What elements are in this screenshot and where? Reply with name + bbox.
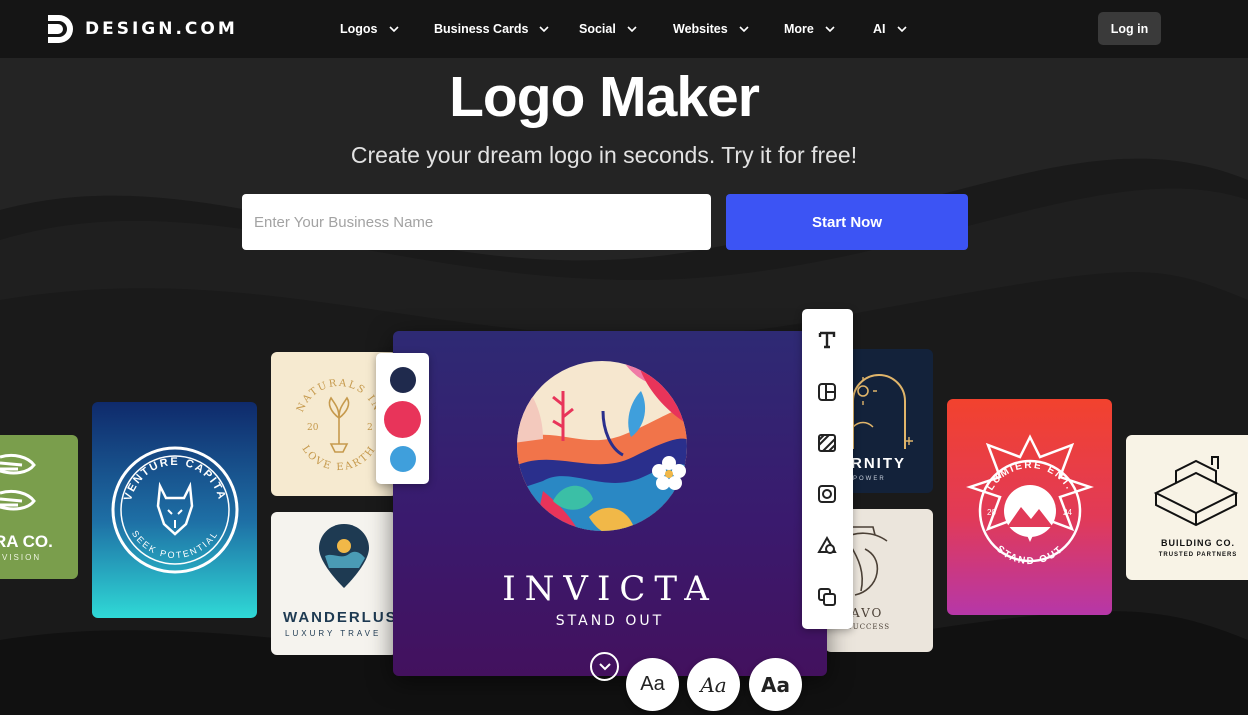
nav-business-cards-label: Business Cards	[434, 22, 529, 36]
terra-name: RA CO.	[0, 532, 53, 551]
nav-social-label: Social	[579, 22, 616, 36]
top-navigation: DESIGN.COM Logos Business Cards Social W…	[0, 0, 1248, 58]
naturals-arc-bottom: LOVE EARTH	[300, 444, 377, 474]
frame-tool-icon[interactable]	[815, 482, 839, 506]
wanderlust-logo-art: WANDERLUS LUXURY TRAVE	[283, 524, 397, 638]
lumiere-logo-art: 20 24 LUMIERE ENT. STAND OUT	[966, 434, 1094, 567]
bravo-tagline: SUCCESS	[847, 623, 890, 631]
svg-text:STAND OUT: STAND OUT	[994, 544, 1066, 567]
page-title: Logo Maker	[449, 65, 760, 129]
brand-logo[interactable]: DESIGN.COM	[46, 13, 238, 45]
chevron-down-icon	[825, 26, 835, 32]
chevron-down-icon	[739, 26, 749, 32]
eternity-name: RNITY	[851, 455, 906, 472]
wanderlust-name: WANDERLUS	[283, 609, 397, 626]
start-now-button[interactable]: Start Now	[726, 194, 968, 250]
font-option-bold[interactable]: Aa	[749, 658, 802, 711]
building-name: BUILDING CO.	[1161, 538, 1235, 548]
svg-text:NATURALS IN: NATURALS IN	[295, 378, 383, 414]
nav-ai[interactable]: AI	[873, 0, 907, 58]
nav-websites[interactable]: Websites	[673, 0, 749, 58]
bravo-name: AVO	[850, 606, 883, 620]
chevron-down-icon	[598, 662, 611, 670]
design-logo-icon	[48, 15, 73, 43]
brand-name: DESIGN.COM	[85, 19, 238, 39]
nav-more[interactable]: More	[784, 0, 835, 58]
login-button[interactable]: Log in	[1098, 12, 1161, 45]
venture-arc-top: VENTURE CAPITA	[122, 456, 226, 502]
edit-toolbar	[802, 309, 853, 629]
wanderlust-tagline: LUXURY TRAVE	[285, 629, 381, 638]
font-option-script[interactable]: Aa	[687, 658, 740, 711]
logo-card-wanderlust[interactable]: WANDERLUS LUXURY TRAVE	[271, 512, 397, 655]
chevron-down-icon	[896, 26, 907, 32]
logo-card-lumiere[interactable]: 20 24 LUMIERE ENT. STAND OUT	[947, 399, 1112, 615]
eternity-logo-art: RNITY POWER	[849, 374, 913, 482]
nav-social[interactable]: Social	[579, 0, 637, 58]
color-swatch-navy[interactable]	[390, 367, 416, 393]
svg-text:LOVE EARTH: LOVE EARTH	[300, 444, 379, 474]
building-tagline: TRUSTED PARTNERS	[1159, 552, 1238, 558]
venture-logo-art: VENTURE CAPITA SEEK POTENTIAL	[111, 446, 239, 574]
text-tool-icon[interactable]	[815, 328, 839, 352]
svg-text:VENTURE CAPITA: VENTURE CAPITA	[122, 456, 228, 502]
nav-more-label: More	[784, 22, 814, 36]
main-logo-name: INVICTA	[502, 569, 718, 609]
logo-card-venture[interactable]: VENTURE CAPITA SEEK POTENTIAL	[92, 402, 257, 618]
lumiere-left-num: 20	[987, 508, 996, 517]
nav-websites-label: Websites	[673, 22, 728, 36]
scroll-down-button[interactable]	[590, 652, 619, 681]
chevron-down-icon	[388, 26, 399, 32]
main-logo-preview[interactable]: INVICTA STAND OUT	[393, 331, 827, 676]
main-logo-tagline: STAND OUT	[555, 613, 665, 629]
lumiere-arc-bottom: STAND OUT	[994, 544, 1064, 567]
naturals-arc-top: NATURALS IN	[295, 378, 381, 414]
shapes-tool-icon[interactable]	[815, 534, 839, 558]
naturals-left-num: 20	[307, 423, 319, 433]
business-name-input[interactable]	[242, 194, 711, 250]
terra-logo-art: RA CO. VISION	[0, 453, 53, 562]
pattern-tool-icon[interactable]	[815, 431, 839, 455]
logo-card-eternity[interactable]: RNITY POWER	[847, 349, 933, 493]
logo-card-terra[interactable]: RA CO. VISION	[0, 435, 78, 579]
naturals-right-num: 2	[367, 423, 373, 433]
duplicate-tool-icon[interactable]	[815, 585, 839, 609]
color-swatch-red[interactable]	[384, 401, 421, 438]
terra-tagline: VISION	[2, 553, 41, 562]
color-palette	[376, 353, 429, 484]
chevron-down-icon	[627, 26, 637, 32]
font-option-sans[interactable]: Aa	[626, 658, 679, 711]
nav-logos[interactable]: Logos	[340, 0, 399, 58]
layout-tool-icon[interactable]	[815, 380, 839, 404]
lumiere-right-num: 24	[1063, 508, 1072, 517]
logo-card-building[interactable]: BUILDING CO. TRUSTED PARTNERS	[1126, 435, 1248, 580]
nav-business-cards[interactable]: Business Cards	[434, 0, 550, 58]
building-logo-art: BUILDING CO. TRUSTED PARTNERS	[1153, 456, 1239, 558]
eternity-tagline: POWER	[853, 476, 886, 482]
color-swatch-blue[interactable]	[390, 446, 416, 472]
chevron-down-icon	[539, 26, 550, 32]
nav-ai-label: AI	[873, 22, 886, 36]
page-subtitle: Create your dream logo in seconds. Try i…	[350, 142, 858, 168]
nav-logos-label: Logos	[340, 22, 378, 36]
